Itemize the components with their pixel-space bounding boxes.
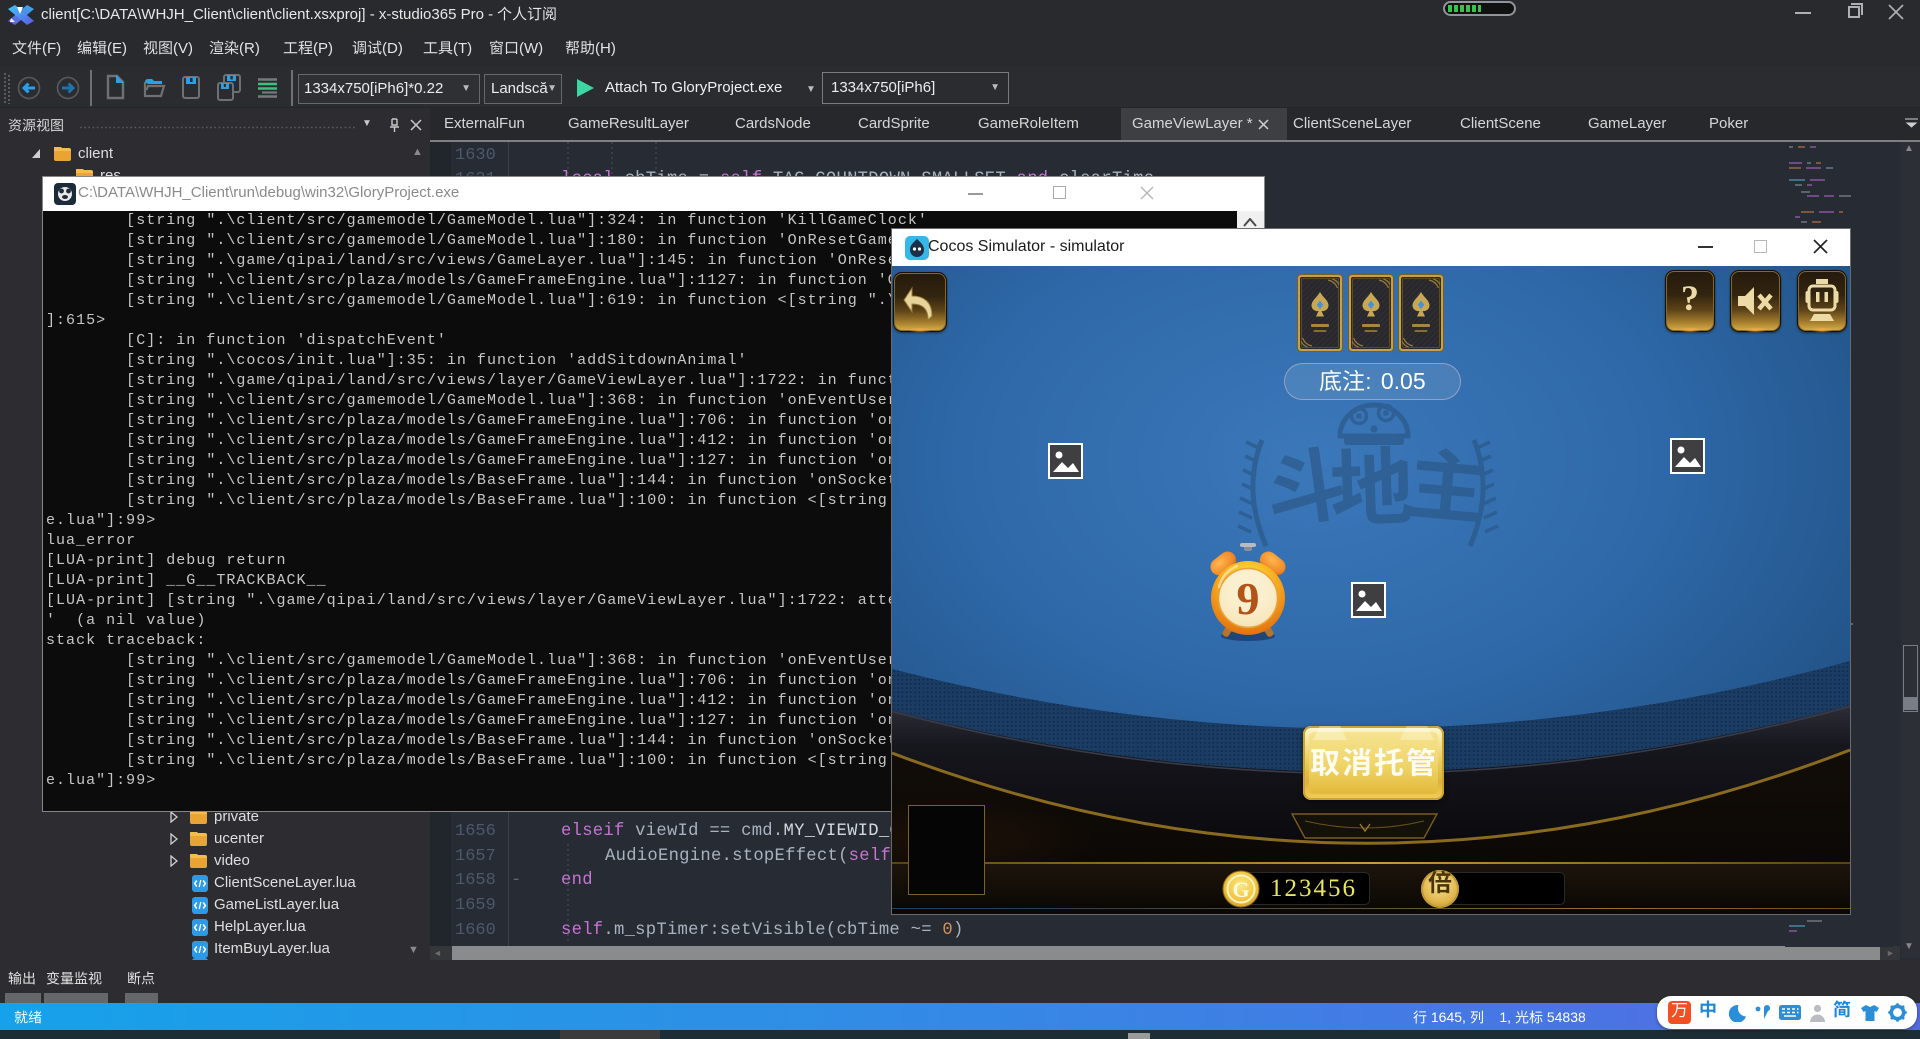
svg-text:G: G [1232, 877, 1249, 902]
svg-text:9: 9 [1237, 573, 1260, 624]
